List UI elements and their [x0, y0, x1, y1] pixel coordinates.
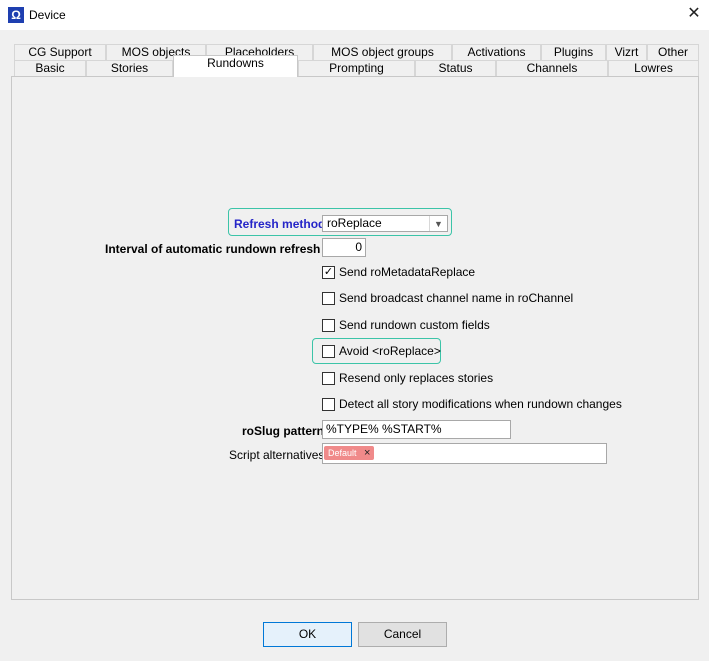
- omega-icon: Ω: [8, 7, 24, 23]
- checkbox-label: Resend only replaces stories: [339, 371, 494, 385]
- checkbox-unchecked-icon: [322, 345, 335, 358]
- chevron-down-icon: ▼: [429, 216, 447, 231]
- ok-button[interactable]: OK: [263, 622, 352, 647]
- tab-activations[interactable]: Activations: [452, 44, 541, 60]
- tab-basic[interactable]: Basic: [14, 60, 86, 76]
- tab-other[interactable]: Other: [647, 44, 699, 60]
- refresh-method-value: roReplace: [327, 216, 382, 230]
- checkbox-unchecked-icon: [322, 398, 335, 411]
- close-button[interactable]: ✕: [679, 0, 709, 30]
- window-title: Device: [29, 8, 66, 22]
- checkbox-label: Send rundown custom fields: [339, 318, 490, 332]
- chip-label: Default: [328, 448, 357, 458]
- refresh-method-select[interactable]: roReplace ▼: [322, 215, 448, 232]
- checkbox-unchecked-icon: [322, 292, 335, 305]
- checkbox-checked-icon: ✓: [322, 266, 335, 279]
- title-bar: Ω Device ✕: [0, 0, 709, 30]
- tab-channels[interactable]: Channels: [496, 60, 608, 76]
- tab-vizrt[interactable]: Vizrt: [606, 44, 647, 60]
- tab-cg-support[interactable]: CG Support: [14, 44, 106, 60]
- interval-field[interactable]: 0: [322, 238, 366, 257]
- tab-rundowns[interactable]: Rundowns: [173, 55, 298, 77]
- rundowns-panel: [11, 76, 699, 600]
- checkbox-unchecked-icon: [322, 319, 335, 332]
- close-icon: ✕: [687, 5, 701, 22]
- script-chip-default[interactable]: Default ×: [324, 446, 375, 460]
- checkbox-label: Detect all story modifications when rund…: [339, 397, 622, 411]
- cancel-button[interactable]: Cancel: [358, 622, 447, 647]
- checkbox-label: Send roMetadataReplace: [339, 265, 476, 279]
- tab-stories[interactable]: Stories: [86, 60, 173, 76]
- tab-mos-object-groups[interactable]: MOS object groups: [313, 44, 452, 60]
- tab-status[interactable]: Status: [415, 60, 496, 76]
- checkbox-unchecked-icon: [322, 372, 335, 385]
- checkbox-label: Send broadcast channel name in roChannel: [339, 291, 574, 305]
- checkbox-label: Avoid <roReplace>: [339, 344, 441, 358]
- tab-lowres[interactable]: Lowres: [608, 60, 699, 76]
- roslug-pattern-field[interactable]: %TYPE% %START%: [322, 420, 511, 439]
- remove-tag-icon[interactable]: ×: [364, 447, 370, 459]
- tab-plugins[interactable]: Plugins: [541, 44, 606, 60]
- tab-prompting[interactable]: Prompting: [298, 60, 415, 76]
